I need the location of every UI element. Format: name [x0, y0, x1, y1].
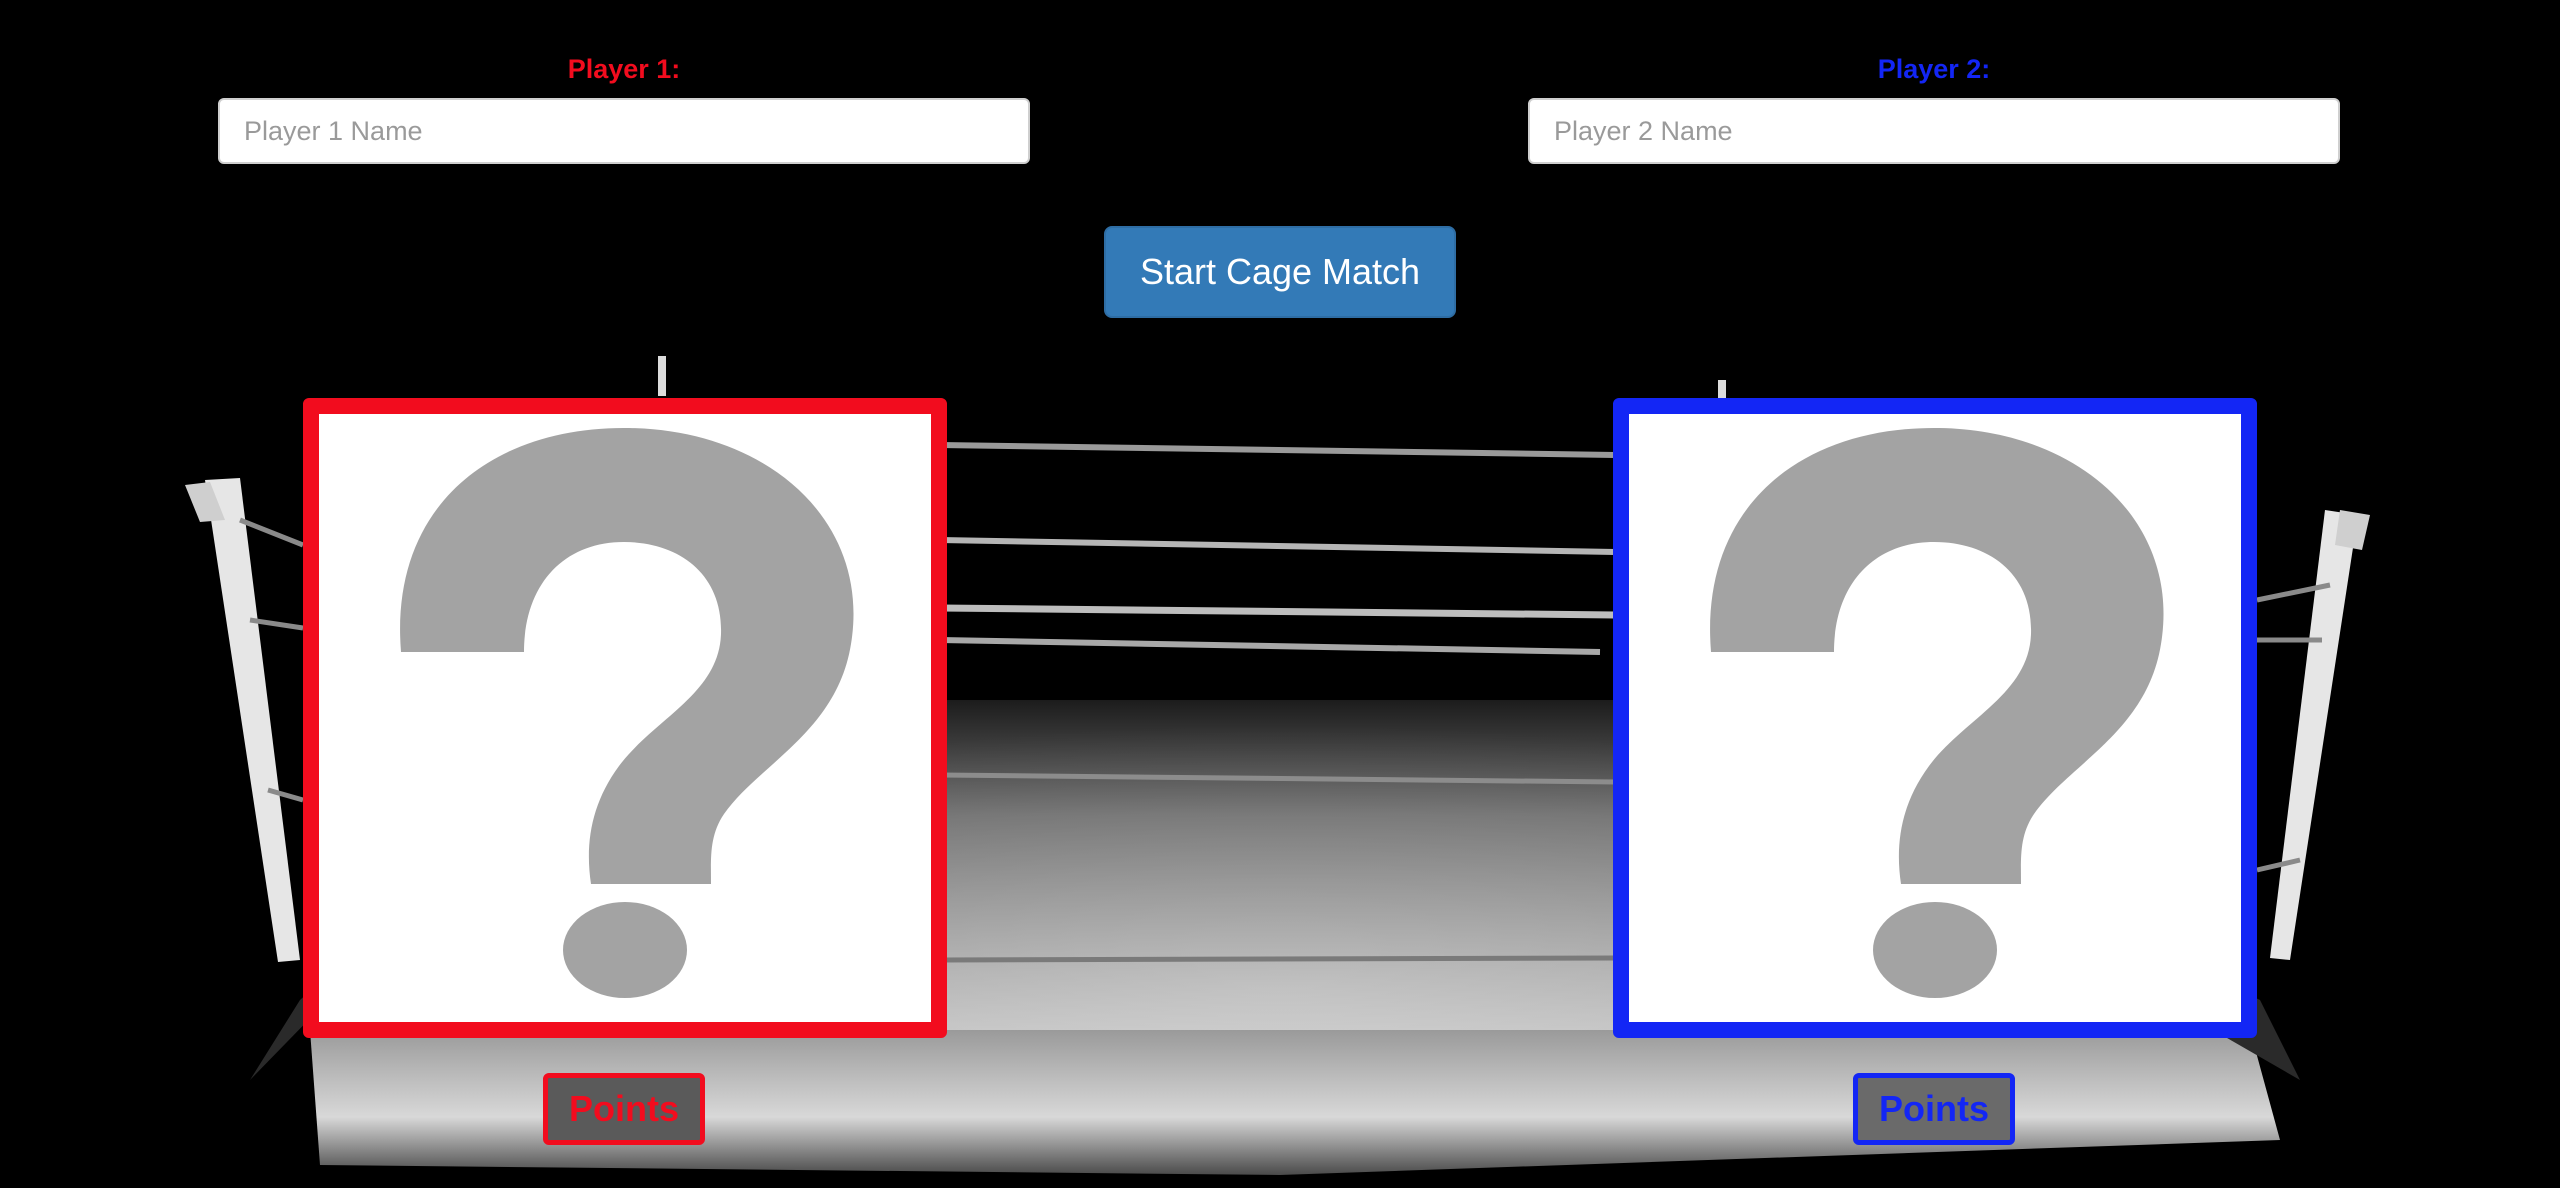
- player-2-name-input[interactable]: [1528, 98, 2340, 164]
- question-mark-icon: [1710, 427, 2164, 998]
- player-1-label: Player 1:: [567, 54, 681, 84]
- player-1-points-button[interactable]: Points: [543, 1073, 705, 1145]
- player-1-fighter-card[interactable]: [303, 398, 947, 1038]
- question-mark-icon: [400, 427, 854, 998]
- player-2-fighter-card[interactable]: [1613, 398, 2257, 1038]
- player-2-label: Player 2:: [1877, 54, 1991, 84]
- start-cage-match-button[interactable]: Start Cage Match: [1104, 226, 1456, 318]
- cage-match-screen: Player 1: Player 2: Start Cage Match Poi…: [0, 0, 2560, 1188]
- player-2-points-button[interactable]: Points: [1853, 1073, 2015, 1145]
- player-1-name-input[interactable]: [218, 98, 1030, 164]
